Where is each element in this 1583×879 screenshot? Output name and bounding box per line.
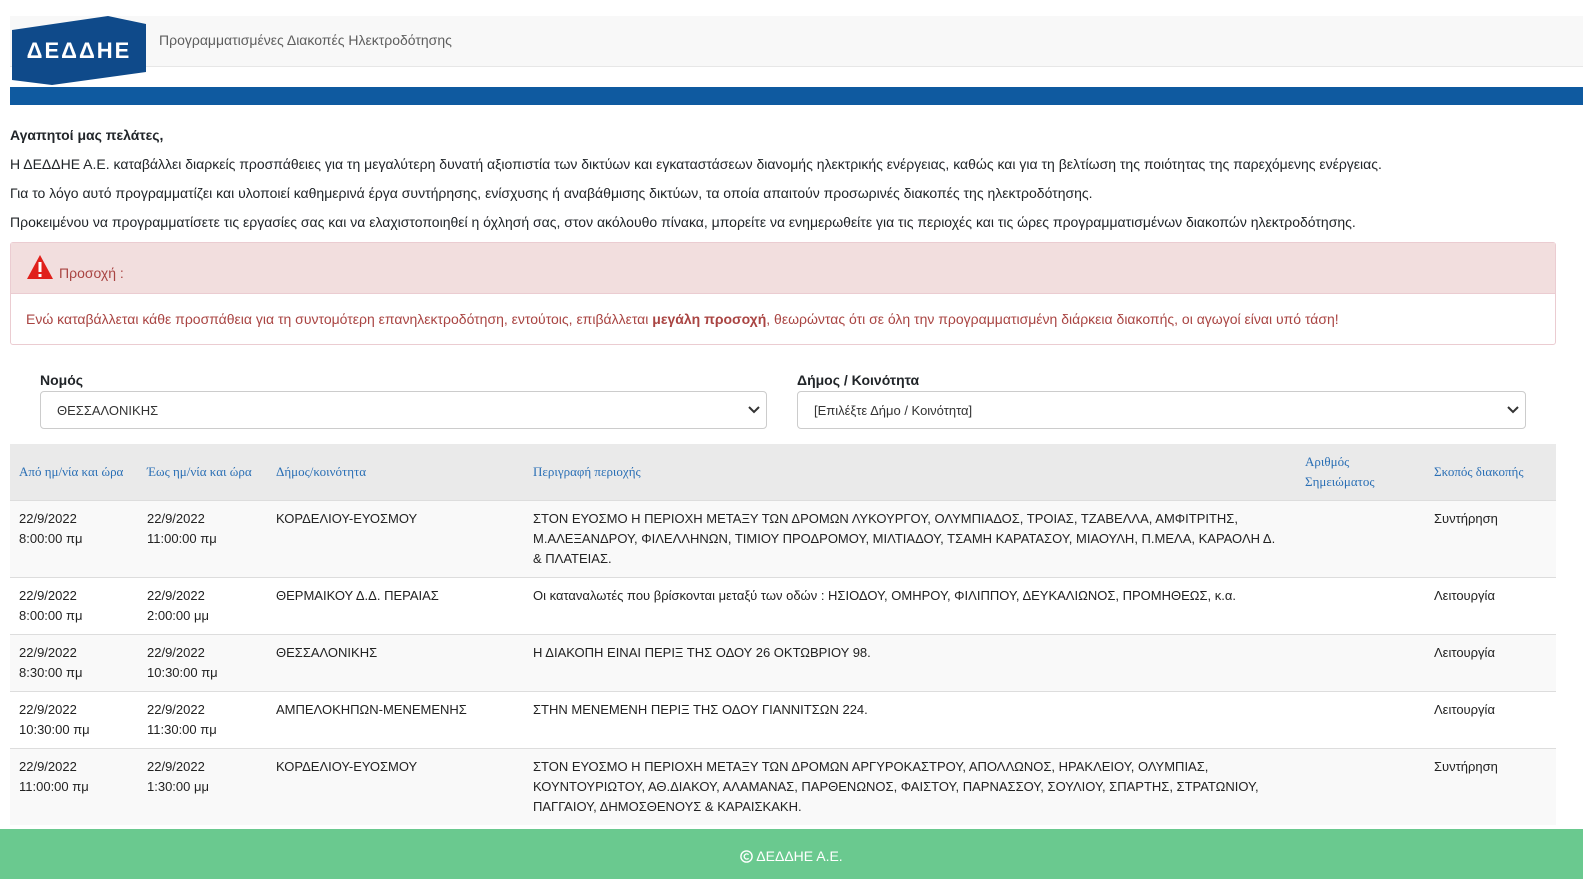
- purpose-cell: Λειτουργία: [1425, 577, 1556, 635]
- from-date: 22/9/2022: [19, 588, 77, 603]
- intro-paragraph-1: Η ΔΕΔΔΗΕ Α.Ε. καταβάλλει διαρκείς προσπά…: [10, 156, 1382, 172]
- description-cell: ΣΤΟΝ ΕΥΟΣΜΟ Η ΠΕΡΙΟΧΗ ΜΕΤΑΞΥ ΤΩΝ ΔΡΟΜΩΝ …: [524, 500, 1296, 578]
- to-date: 22/9/2022: [147, 645, 205, 660]
- to-date: 22/9/2022: [147, 759, 205, 774]
- from-cell: 22/9/2022 10:30:00 πμ: [10, 691, 138, 749]
- intro-paragraph-2: Για το λόγο αυτό προγραμματίζει και υλοπ…: [10, 185, 1093, 201]
- municipality-cell: ΘΕΡΜΑΙΚΟΥ Δ.Δ. ΠΕΡΑΙΑΣ: [267, 577, 524, 635]
- from-cell: 22/9/2022 8:30:00 πμ: [10, 634, 138, 692]
- column-header-to[interactable]: Έως ημ/νία και ώρα: [138, 444, 267, 501]
- table-row: 22/9/2022 10:30:00 πμ 22/9/2022 11:30:00 π…: [10, 691, 1556, 749]
- purpose-cell: Λειτουργία: [1425, 634, 1556, 692]
- note-number-cell: [1296, 691, 1425, 749]
- to-time: 11:00:00 πμ: [147, 531, 217, 546]
- brand-divider: [10, 87, 1583, 105]
- from-date: 22/9/2022: [19, 511, 77, 526]
- column-header-municipality[interactable]: Δήμος/κοινότητα: [267, 444, 524, 501]
- to-cell: 22/9/2022 11:00:00 πμ: [138, 500, 267, 578]
- intro-greeting: Αγαπητοί μας πελάτες,: [10, 127, 164, 143]
- alert-heading: Προσοχή :: [11, 243, 1555, 294]
- svg-text:ΔΕΔΔΗΕ: ΔΕΔΔΗΕ: [27, 38, 132, 63]
- from-date: 22/9/2022: [19, 645, 77, 660]
- intro-paragraph-3: Προκειμένου να προγραμματίσετε τις εργασ…: [10, 214, 1356, 230]
- alert-text-end: , θεωρώντας ότι σε όλη την προγραμματισμ…: [766, 311, 1339, 327]
- column-header-description[interactable]: Περιγραφή περιοχής: [524, 444, 1296, 501]
- purpose-cell: Λειτουργία: [1425, 691, 1556, 749]
- purpose-cell: Συντήρηση: [1425, 500, 1556, 578]
- from-cell: 22/9/2022 11:00:00 πμ: [10, 748, 138, 825]
- purpose-cell: Συντήρηση: [1425, 748, 1556, 825]
- table-row: 22/9/2022 8:00:00 πμ 22/9/2022 2:00:00 μμ …: [10, 577, 1556, 635]
- from-time: 8:00:00 πμ: [19, 608, 83, 623]
- prefecture-select-value: ΘΕΣΣΑΛΟΝΙΚΗΣ: [57, 403, 159, 418]
- chevron-down-icon: [748, 406, 760, 414]
- alert-body: Ενώ καταβάλλεται κάθε προσπάθεια για τη …: [11, 294, 1555, 344]
- to-cell: 22/9/2022 10:30:00 πμ: [138, 634, 267, 692]
- description-cell: ΣΤΟΝ ΕΥΟΣΜΟ Η ΠΕΡΙΟΧΗ ΜΕΤΑΞΥ ΤΩΝ ΔΡΟΜΩΝ …: [524, 748, 1296, 825]
- to-cell: 22/9/2022 2:00:00 μμ: [138, 577, 267, 635]
- column-header-from[interactable]: Από ημ/νία και ώρα: [10, 444, 138, 501]
- municipality-cell: ΑΜΠΕΛΟΚΗΠΩΝ-ΜΕΝΕΜΕΝΗΣ: [267, 691, 524, 749]
- to-cell: 22/9/2022 11:30:00 πμ: [138, 691, 267, 749]
- alert-heading-label: Προσοχή :: [59, 265, 124, 281]
- municipality-cell: ΚΟΡΔΕΛΙΟΥ-ΕΥΟΣΜΟΥ: [267, 748, 524, 825]
- footer-content: ΔΕΔΔΗΕ Α.Ε.: [0, 848, 1583, 864]
- column-header-note-number[interactable]: Αριθμός Σημειώματος: [1296, 444, 1425, 501]
- alert-text-emphasis: μεγάλη προσοχή: [652, 311, 767, 327]
- footer-text: ΔΕΔΔΗΕ Α.Ε.: [756, 848, 843, 864]
- to-time: 11:30:00 πμ: [147, 722, 217, 737]
- deddie-logo[interactable]: ΔΕΔΔΗΕ: [12, 16, 146, 85]
- to-cell: 22/9/2022 1:30:00 μμ: [138, 748, 267, 825]
- to-date: 22/9/2022: [147, 702, 205, 717]
- intro-text: Αγαπητοί μας πελάτες, Η ΔΕΔΔΗΕ Α.Ε. κατα…: [10, 125, 1570, 241]
- table-row: 22/9/2022 8:30:00 πμ 22/9/2022 10:30:00 πμ…: [10, 634, 1556, 692]
- note-number-cell: [1296, 577, 1425, 635]
- to-time: 2:00:00 μμ: [147, 608, 209, 623]
- prefecture-select[interactable]: ΘΕΣΣΑΛΟΝΙΚΗΣ: [40, 391, 767, 429]
- app-header: ΔΕΔΔΗΕ Προγραμματισμένες Διακοπές Ηλεκτρ…: [10, 16, 1583, 85]
- from-cell: 22/9/2022 8:00:00 πμ: [10, 500, 138, 578]
- warning-alert: Προσοχή : Ενώ καταβάλλεται κάθε προσπάθε…: [10, 242, 1556, 345]
- note-number-cell: [1296, 748, 1425, 825]
- column-header-purpose[interactable]: Σκοπός διακοπής: [1425, 444, 1556, 501]
- from-cell: 22/9/2022 8:00:00 πμ: [10, 577, 138, 635]
- municipality-cell: ΚΟΡΔΕΛΙΟΥ-ΕΥΟΣΜΟΥ: [267, 500, 524, 578]
- description-cell: Η ΔΙΑΚΟΠΗ ΕΙΝΑΙ ΠΕΡΙΞ ΤΗΣ ΟΔΟΥ 26 ΟΚΤΩΒΡ…: [524, 634, 1296, 692]
- description-cell: Οι καταναλωτές που βρίσκονται μεταξύ των…: [524, 577, 1296, 635]
- page-footer: ΔΕΔΔΗΕ Α.Ε.: [0, 829, 1583, 879]
- to-date: 22/9/2022: [147, 588, 205, 603]
- prefecture-label: Νομός: [40, 372, 84, 388]
- municipality-label: Δήμος / Κοινότητα: [797, 372, 920, 388]
- table-header-row: Από ημ/νία και ώρα Έως ημ/νία και ώρα Δή…: [10, 444, 1556, 501]
- from-date: 22/9/2022: [19, 759, 77, 774]
- from-time: 8:30:00 πμ: [19, 665, 83, 680]
- description-cell: ΣΤΗΝ ΜΕΝΕΜΕΝΗ ΠΕΡΙΞ ΤΗΣ ΟΔΟΥ ΓΙΑΝΝΙΤΣΩΝ …: [524, 691, 1296, 749]
- municipality-select[interactable]: [Επιλέξτε Δήμο / Κοινότητα]: [797, 391, 1526, 429]
- municipality-cell: ΘΕΣΣΑΛΟΝΙΚΗΣ: [267, 634, 524, 692]
- warning-triangle-icon: [27, 255, 53, 279]
- copyright-icon: [740, 850, 754, 863]
- note-number-cell: [1296, 500, 1425, 578]
- from-time: 11:00:00 πμ: [19, 779, 89, 794]
- chevron-down-icon: [1507, 406, 1519, 414]
- page-title: Προγραμματισμένες Διακοπές Ηλεκτροδότηση…: [159, 32, 452, 48]
- from-time: 8:00:00 πμ: [19, 531, 83, 546]
- table-row: 22/9/2022 11:00:00 πμ 22/9/2022 1:30:00 μμ…: [10, 748, 1556, 825]
- from-time: 10:30:00 πμ: [19, 722, 90, 737]
- alert-text-start: Ενώ καταβάλλεται κάθε προσπάθεια για τη …: [26, 311, 653, 327]
- from-date: 22/9/2022: [19, 702, 77, 717]
- municipality-select-value: [Επιλέξτε Δήμο / Κοινότητα]: [814, 403, 973, 418]
- to-time: 10:30:00 πμ: [147, 665, 218, 680]
- table-row: 22/9/2022 8:00:00 πμ 22/9/2022 11:00:00 πμ…: [10, 500, 1556, 578]
- note-number-cell: [1296, 634, 1425, 692]
- to-time: 1:30:00 μμ: [147, 779, 209, 794]
- outages-table: Από ημ/νία και ώρα Έως ημ/νία και ώρα Δή…: [10, 444, 1556, 825]
- to-date: 22/9/2022: [147, 511, 205, 526]
